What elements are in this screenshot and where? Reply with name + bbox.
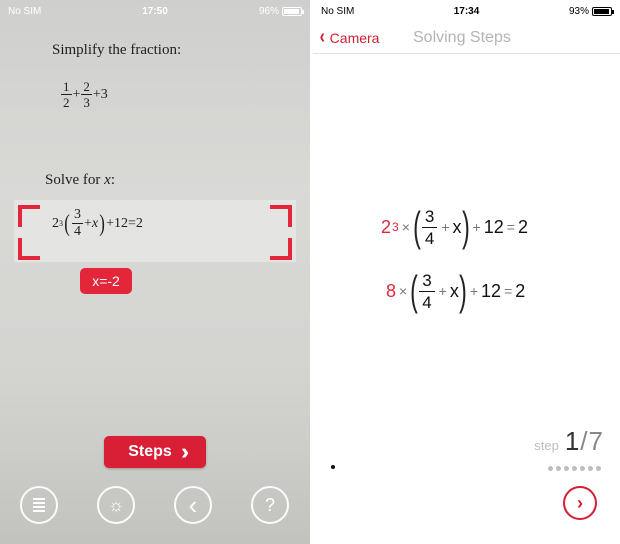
question-2-title-suffix: : <box>110 172 116 188</box>
history-list-button[interactable] <box>20 486 58 524</box>
plus-sign: + <box>469 283 479 299</box>
scan-frame-corner-icon <box>18 205 40 227</box>
page-dot <box>564 466 569 471</box>
step-current: 1 <box>564 426 580 456</box>
denominator: 2 <box>63 95 70 110</box>
plus-sign: + <box>72 86 81 102</box>
page-indicator <box>548 466 601 471</box>
times-sign: × <box>399 283 408 299</box>
step-equation-original: 23 × ( 3 4 + x ) + 12 = 2 <box>381 206 528 248</box>
right-hand-side: 2 <box>515 280 526 301</box>
camera-screen: No SIM 17:50 96% Simplify the fraction: … <box>0 0 310 544</box>
step-label: step <box>534 438 559 453</box>
constant: 12 <box>483 216 504 237</box>
page-dot <box>572 466 577 471</box>
list-icon <box>33 498 45 512</box>
base: 2 <box>52 215 59 231</box>
page-dot <box>588 466 593 471</box>
close-paren: ) <box>459 267 467 314</box>
base: 2 <box>381 216 392 237</box>
plus-sign: + <box>84 215 92 231</box>
denominator: 3 <box>83 95 90 110</box>
question-2-title: Solve for x: <box>45 172 115 189</box>
clock-label: 17:34 <box>453 5 480 17</box>
constant: 12 <box>481 280 502 301</box>
close-paren: ) <box>461 203 470 250</box>
plus-sign: + <box>472 219 481 235</box>
open-paren: ( <box>410 267 419 314</box>
fraction: 3 4 <box>421 208 438 248</box>
variable: x <box>452 216 462 237</box>
back-label: Camera <box>329 29 380 46</box>
chevron-right-circle-icon: › <box>577 492 583 513</box>
question-2-expression: 23 ( 3 4 + x ) +12=2 <box>52 208 143 239</box>
flash-button[interactable]: ☼ <box>97 486 135 524</box>
scan-frame-corner-icon <box>270 238 292 260</box>
fraction: 3 4 <box>419 272 435 312</box>
question-icon: ? <box>264 495 275 515</box>
battery-icon <box>592 6 614 16</box>
denominator: 4 <box>74 224 81 239</box>
numerator: 2 <box>81 79 92 95</box>
expression-tail: +3 <box>92 86 108 102</box>
fraction: 1 2 <box>61 80 72 109</box>
numerator: 1 <box>61 79 72 95</box>
plus-sign: + <box>438 283 447 299</box>
progress-dot <box>331 465 335 469</box>
step-total: 7 <box>588 426 603 456</box>
question-2-title-prefix: Solve for <box>45 172 105 188</box>
page-dot <box>596 466 601 471</box>
page-dot <box>556 466 561 471</box>
step-counter: step 1 / 7 <box>534 426 603 457</box>
battery-icon <box>282 6 304 16</box>
step-equation-result: 8 × ( 3 4 + x ) + 12 = 2 <box>386 270 525 312</box>
scan-frame-corner-icon <box>270 205 292 227</box>
steps-button[interactable]: Steps ›› <box>104 436 206 468</box>
denominator: 4 <box>422 292 432 312</box>
help-button[interactable]: ? <box>251 486 289 524</box>
open-paren: ( <box>64 210 70 237</box>
status-bar: No SIM 17:50 96% <box>0 0 310 22</box>
question-1-expression: 1 2 + 2 3 +3 <box>60 80 108 109</box>
denominator: 4 <box>424 228 435 248</box>
open-paren: ( <box>413 203 421 250</box>
numerator: 3 <box>419 272 435 292</box>
scan-frame-corner-icon <box>18 238 40 260</box>
question-1-title: Simplify the fraction: <box>52 42 182 58</box>
status-bar: No SIM 17:34 93% <box>313 0 620 22</box>
plus-sign: + <box>441 219 450 235</box>
step-separator: / <box>580 426 588 456</box>
equals-sign: = <box>504 283 513 299</box>
question-2-title-variable: x <box>104 172 111 188</box>
camera-back-button[interactable]: ‹ Camera <box>319 26 380 49</box>
exponent: 3 <box>59 219 63 228</box>
times-sign: × <box>401 219 410 235</box>
navigation-bar: ‹ Camera Solving Steps <box>313 22 620 54</box>
next-step-button[interactable]: › <box>563 486 597 520</box>
page-dot <box>580 466 585 471</box>
coefficient: 8 <box>386 280 397 301</box>
exponent: 3 <box>392 220 399 234</box>
steps-button-label: Steps <box>128 443 172 460</box>
fraction: 3 4 <box>72 208 83 239</box>
screenshot-pair: No SIM 17:50 96% Simplify the fraction: … <box>0 0 620 544</box>
expression-tail: +12=2 <box>106 215 143 231</box>
clock-label: 17:50 <box>142 5 168 17</box>
right-hand-side: 2 <box>517 216 528 237</box>
numerator: 3 <box>421 208 438 228</box>
sun-icon: ☼ <box>107 495 125 515</box>
chevron-left-icon: ‹ <box>319 26 326 48</box>
numerator: 3 <box>72 207 83 224</box>
equals-sign: = <box>506 219 515 235</box>
back-button[interactable]: ‹ <box>174 486 212 524</box>
chevron-left-icon: ‹ <box>188 490 198 520</box>
solving-steps-screen: No SIM 17:34 93% ‹ Camera Solving Steps … <box>313 0 620 544</box>
page-title: Solving Steps <box>413 28 511 46</box>
answer-badge[interactable]: x=-2 <box>80 268 132 294</box>
variable: x <box>449 280 459 301</box>
page-dot <box>548 466 553 471</box>
fraction: 2 3 <box>81 80 92 109</box>
close-paren: ) <box>99 210 105 237</box>
variable: x <box>91 215 99 231</box>
